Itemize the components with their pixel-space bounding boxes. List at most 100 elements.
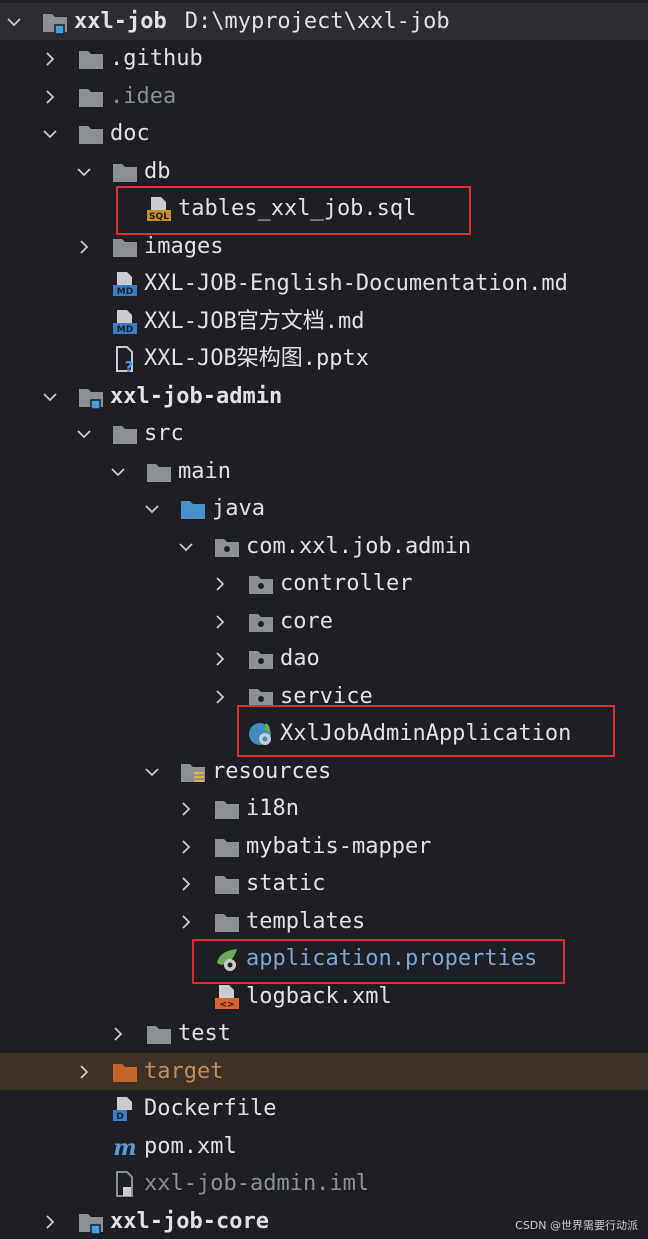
node-label: XXL-JOB官方文档.md	[144, 309, 365, 334]
tree-node-controller[interactable]: controller	[0, 565, 648, 602]
tree-node-tables-sql[interactable]: tables_xxl_job.sql	[0, 190, 648, 227]
markdown-file-icon	[110, 307, 140, 337]
tree-node-src[interactable]: src	[0, 415, 648, 452]
tree-node-app-class[interactable]: XxlJobAdminApplication	[0, 715, 648, 752]
tree-node-dockerfile[interactable]: Dockerfile	[0, 1090, 648, 1127]
module-icon	[76, 1207, 106, 1237]
node-label: .github	[110, 46, 203, 71]
package-icon	[246, 607, 276, 637]
chevron-down-icon[interactable]	[178, 539, 194, 555]
folder-icon	[76, 44, 106, 74]
chevron-down-icon[interactable]	[144, 501, 160, 517]
unknown-file-icon	[110, 344, 140, 374]
tree-node-core[interactable]: core	[0, 603, 648, 640]
tree-node-templates[interactable]: templates	[0, 903, 648, 940]
chevron-right-icon[interactable]	[42, 89, 58, 105]
chevron-down-icon[interactable]	[76, 164, 92, 180]
project-name: xxl-job	[74, 9, 167, 34]
tree-node-pom[interactable]: pom.xml	[0, 1128, 648, 1165]
chevron-right-icon[interactable]	[110, 1026, 126, 1042]
watermark: CSDN @世界需要行动派	[515, 1219, 638, 1232]
tree-node-project-root[interactable]: xxl-job D:\myproject\xxl-job	[0, 3, 648, 40]
chevron-right-icon[interactable]	[178, 801, 194, 817]
node-label: resources	[212, 759, 332, 784]
chevron-right-icon[interactable]	[76, 239, 92, 255]
node-label: application.properties	[246, 946, 538, 971]
node-label: static	[246, 871, 326, 896]
tree-node-doc[interactable]: doc	[0, 115, 648, 152]
node-label: main	[178, 459, 231, 484]
chevron-down-icon[interactable]	[144, 764, 160, 780]
chevron-down-icon[interactable]	[6, 14, 22, 30]
tree-node-static[interactable]: static	[0, 865, 648, 902]
folder-icon	[110, 419, 140, 449]
chevron-right-icon[interactable]	[212, 614, 228, 630]
node-label: target	[144, 1059, 224, 1084]
node-label: tables_xxl_job.sql	[178, 196, 417, 221]
folder-icon	[212, 869, 242, 899]
tree-node-app-props[interactable]: application.properties	[0, 940, 648, 977]
tree-node-logback[interactable]: logback.xml	[0, 978, 648, 1015]
tree-node-resources[interactable]: resources	[0, 753, 648, 790]
folder-icon	[212, 907, 242, 937]
xml-file-icon	[212, 982, 242, 1012]
tree-node-github[interactable]: .github	[0, 40, 648, 77]
tree-node-admin-module[interactable]: xxl-job-admin	[0, 378, 648, 415]
node-label: src	[144, 421, 184, 446]
chevron-right-icon[interactable]	[178, 914, 194, 930]
excluded-folder-icon	[110, 1057, 140, 1087]
tree-node-test[interactable]: test	[0, 1015, 648, 1052]
package-icon	[246, 644, 276, 674]
tree-node-i18n[interactable]: i18n	[0, 790, 648, 827]
node-label: test	[178, 1021, 231, 1046]
tree-node-target[interactable]: target	[0, 1053, 648, 1090]
folder-icon	[212, 832, 242, 862]
markdown-file-icon	[110, 269, 140, 299]
chevron-right-icon[interactable]	[42, 1214, 58, 1230]
chevron-right-icon[interactable]	[76, 1064, 92, 1080]
folder-icon	[212, 794, 242, 824]
tree-node-dao[interactable]: dao	[0, 640, 648, 677]
tree-node-idea[interactable]: .idea	[0, 78, 648, 115]
tree-node-mybatis[interactable]: mybatis-mapper	[0, 828, 648, 865]
node-label: controller	[280, 571, 413, 596]
tree-node-package[interactable]: com.xxl.job.admin	[0, 528, 648, 565]
chevron-right-icon[interactable]	[212, 651, 228, 667]
folder-icon	[76, 119, 106, 149]
dockerfile-icon	[110, 1094, 140, 1124]
tree-node-service[interactable]: service	[0, 678, 648, 715]
node-label: templates	[246, 909, 366, 934]
node-label: xxl-job-core	[110, 1209, 269, 1234]
module-icon	[76, 382, 106, 412]
chevron-down-icon[interactable]	[110, 464, 126, 480]
chevron-right-icon[interactable]	[212, 576, 228, 592]
tree-node-iml[interactable]: xxl-job-admin.iml	[0, 1165, 648, 1202]
node-label: pom.xml	[144, 1134, 237, 1159]
tree-node-db[interactable]: db	[0, 153, 648, 190]
node-label: db	[144, 159, 171, 184]
project-path: D:\myproject\xxl-job	[184, 9, 450, 34]
tree-node-md-english[interactable]: XXL-JOB-English-Documentation.md	[0, 265, 648, 302]
chevron-right-icon[interactable]	[178, 876, 194, 892]
tree-node-md-chinese[interactable]: XXL-JOB官方文档.md	[0, 303, 648, 340]
node-label: service	[280, 684, 373, 709]
chevron-right-icon[interactable]	[178, 839, 194, 855]
node-label: core	[280, 609, 333, 634]
chevron-right-icon[interactable]	[42, 51, 58, 67]
chevron-down-icon[interactable]	[76, 426, 92, 442]
tree-node-java[interactable]: java	[0, 490, 648, 527]
package-icon	[246, 682, 276, 712]
node-label: java	[212, 496, 265, 521]
tree-node-images[interactable]: images	[0, 228, 648, 265]
chevron-down-icon[interactable]	[42, 126, 58, 142]
tree-node-main[interactable]: main	[0, 453, 648, 490]
iml-file-icon	[110, 1169, 140, 1199]
node-label: i18n	[246, 796, 299, 821]
node-label: dao	[280, 646, 320, 671]
node-label: XXL-JOB架构图.pptx	[144, 346, 369, 371]
maven-icon	[110, 1132, 140, 1162]
chevron-right-icon[interactable]	[212, 689, 228, 705]
tree-node-pptx[interactable]: XXL-JOB架构图.pptx	[0, 340, 648, 377]
folder-icon	[76, 82, 106, 112]
chevron-down-icon[interactable]	[42, 389, 58, 405]
